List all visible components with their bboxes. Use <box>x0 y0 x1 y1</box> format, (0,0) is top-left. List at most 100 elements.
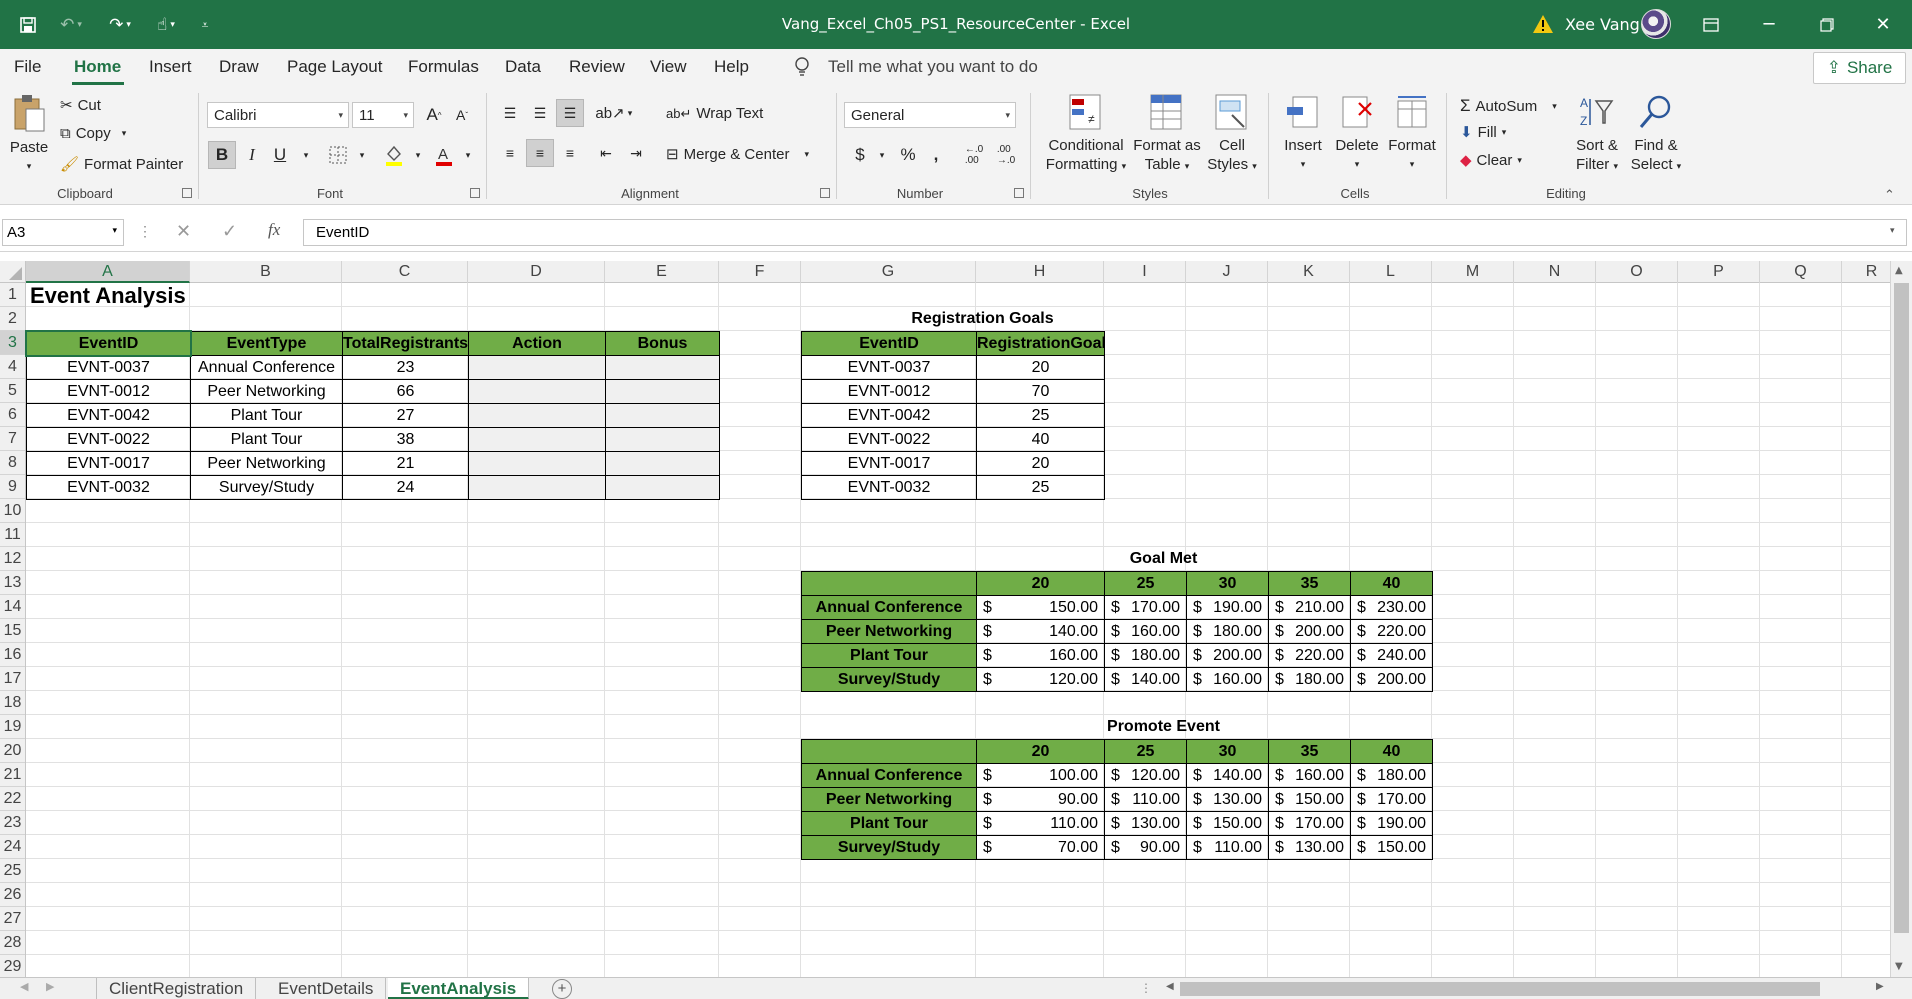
empty-input-cell[interactable] <box>468 379 606 404</box>
currency-cell[interactable]: $170.00 <box>1268 811 1351 836</box>
format-as-table-button[interactable]: Format as Table ▾ <box>1128 93 1206 176</box>
comma-format-icon[interactable]: , <box>922 141 950 169</box>
main-table-cell[interactable]: 24 <box>342 475 469 500</box>
font-size-select[interactable]: 11 ▾ <box>352 102 414 128</box>
row-header-10[interactable]: 10 <box>0 499 25 523</box>
empty-input-cell[interactable] <box>468 427 606 452</box>
main-table-header[interactable]: Action <box>468 331 606 356</box>
currency-cell[interactable]: $200.00 <box>1186 643 1269 668</box>
promote-corner[interactable] <box>801 739 977 764</box>
paste-button[interactable]: Paste ▾ <box>8 93 50 176</box>
row-header-11[interactable]: 11 <box>0 523 25 547</box>
currency-cell[interactable]: $150.00 <box>1186 811 1269 836</box>
currency-cell[interactable]: $160.00 <box>1186 667 1269 692</box>
promote-col-header[interactable]: 25 <box>1104 739 1187 764</box>
column-header-a[interactable]: A <box>26 261 190 283</box>
clear-button[interactable]: ◆ Clear ▾ <box>1460 151 1522 170</box>
column-header-h[interactable]: H <box>976 261 1104 283</box>
currency-cell[interactable]: $130.00 <box>1104 811 1187 836</box>
scroll-right-icon[interactable]: ▶ <box>1876 981 1884 992</box>
main-table-cell[interactable]: 38 <box>342 427 469 452</box>
goals-title[interactable]: Registration Goals <box>801 307 1164 332</box>
currency-cell[interactable]: $220.00 <box>1268 643 1351 668</box>
sheet-tab-eventdetails[interactable]: EventDetails <box>266 978 387 999</box>
cancel-icon[interactable]: ✕ <box>176 221 191 242</box>
tab-file[interactable]: File <box>14 57 41 77</box>
row-header-9[interactable]: 9 <box>0 475 25 499</box>
autosum-button[interactable]: Σ AutoSum ▾ <box>1460 96 1557 116</box>
touch-mode-icon[interactable]: ☝ ▾ <box>146 12 186 38</box>
tab-help[interactable]: Help <box>714 57 749 77</box>
currency-cell[interactable]: $120.00 <box>976 667 1105 692</box>
fill-color-dropdown-icon[interactable]: ▾ <box>404 141 432 169</box>
insert-cells-button[interactable]: Insert ▾ <box>1278 93 1328 174</box>
main-table-cell[interactable]: Plant Tour <box>190 403 343 428</box>
avatar[interactable] <box>1641 9 1671 39</box>
sheet-tab-clientregistration[interactable]: ClientRegistration <box>96 978 257 999</box>
tab-review[interactable]: Review <box>569 57 625 77</box>
sort-filter-button[interactable]: AZ Sort & Filter ▾ <box>1568 93 1626 176</box>
empty-input-cell[interactable] <box>605 403 720 428</box>
row-header-14[interactable]: 14 <box>0 595 25 619</box>
worksheet-grid[interactable]: ABCDEFGHIJKLMNOPQR 1 2 3 4 5 6 7 8 9 10 11 12 13 14 15… <box>0 261 1890 977</box>
goals-cell[interactable]: EVNT-0032 <box>801 475 977 500</box>
tab-splitter-icon[interactable]: ⋮ <box>1140 981 1152 995</box>
row-header-3[interactable]: 3 <box>0 331 25 355</box>
scroll-up-icon[interactable]: ▲ <box>1895 265 1903 276</box>
row-header-7[interactable]: 7 <box>0 427 25 451</box>
main-table-header[interactable]: TotalRegistrants <box>342 331 469 356</box>
currency-cell[interactable]: $140.00 <box>1186 763 1269 788</box>
row-header-27[interactable]: 27 <box>0 907 25 931</box>
font-dialog-launcher[interactable] <box>470 188 480 198</box>
currency-cell[interactable]: $150.00 <box>976 595 1105 620</box>
goals-cell[interactable]: 20 <box>976 451 1105 476</box>
tell-me-search[interactable]: Tell me what you want to do <box>828 57 1038 77</box>
row-header-26[interactable]: 26 <box>0 883 25 907</box>
scroll-left-icon[interactable]: ◀ <box>1166 981 1174 992</box>
goals-cell[interactable]: 25 <box>976 403 1105 428</box>
collapse-ribbon-icon[interactable]: ⌃ <box>1884 187 1895 203</box>
empty-input-cell[interactable] <box>605 475 720 500</box>
tab-insert[interactable]: Insert <box>149 57 192 77</box>
row-header-24[interactable]: 24 <box>0 835 25 859</box>
row-header-16[interactable]: 16 <box>0 643 25 667</box>
currency-cell[interactable]: $70.00 <box>976 835 1105 860</box>
goal-met-row-label[interactable]: Plant Tour <box>801 643 977 668</box>
copy-button[interactable]: ⧉ Copy ▾ <box>60 125 126 142</box>
column-header-j[interactable]: J <box>1186 261 1268 283</box>
goals-cell[interactable]: 40 <box>976 427 1105 452</box>
number-dialog-launcher[interactable] <box>1014 188 1024 198</box>
row-header-18[interactable]: 18 <box>0 691 25 715</box>
row-header-8[interactable]: 8 <box>0 451 25 475</box>
top-align-icon[interactable]: ☰ <box>496 99 524 127</box>
merge-center-button[interactable]: ⊟ Merge & Center ▾ <box>666 145 809 164</box>
scroll-tabs-right-icon[interactable]: ▶ <box>46 980 54 993</box>
main-table-cell[interactable]: Plant Tour <box>190 427 343 452</box>
promote-row-label[interactable]: Peer Networking <box>801 787 977 812</box>
currency-cell[interactable]: $180.00 <box>1350 763 1433 788</box>
row-header-25[interactable]: 25 <box>0 859 25 883</box>
row-header-19[interactable]: 19 <box>0 715 25 739</box>
column-header-i[interactable]: I <box>1104 261 1186 283</box>
currency-cell[interactable]: $180.00 <box>1104 643 1187 668</box>
currency-cell[interactable]: $130.00 <box>1268 835 1351 860</box>
percent-format-icon[interactable]: % <box>894 141 922 169</box>
row-header-29[interactable]: 29 <box>0 955 25 977</box>
save-icon[interactable] <box>14 12 42 38</box>
currency-cell[interactable]: $90.00 <box>976 787 1105 812</box>
underline-button[interactable]: U <box>266 141 294 169</box>
promote-row-label[interactable]: Plant Tour <box>801 811 977 836</box>
main-table-cell[interactable]: Annual Conference <box>190 355 343 380</box>
customize-toolbar-icon[interactable]: ⩡ <box>194 12 216 38</box>
decrease-decimal-icon[interactable]: .00 →.0 <box>992 141 1020 169</box>
orientation-dropdown-icon[interactable]: ▾ <box>616 99 644 127</box>
currency-cell[interactable]: $170.00 <box>1350 787 1433 812</box>
column-header-g[interactable]: G <box>801 261 976 283</box>
select-all-corner[interactable] <box>0 261 26 283</box>
fill-button[interactable]: ⬇ Fill ▾ <box>1460 123 1506 142</box>
promote-title[interactable]: Promote Event <box>976 715 1351 740</box>
column-header-e[interactable]: E <box>605 261 719 283</box>
tab-formulas[interactable]: Formulas <box>408 57 479 77</box>
close-icon[interactable]: ✕ <box>1854 0 1912 49</box>
align-right-icon[interactable]: ≡ <box>556 139 584 167</box>
